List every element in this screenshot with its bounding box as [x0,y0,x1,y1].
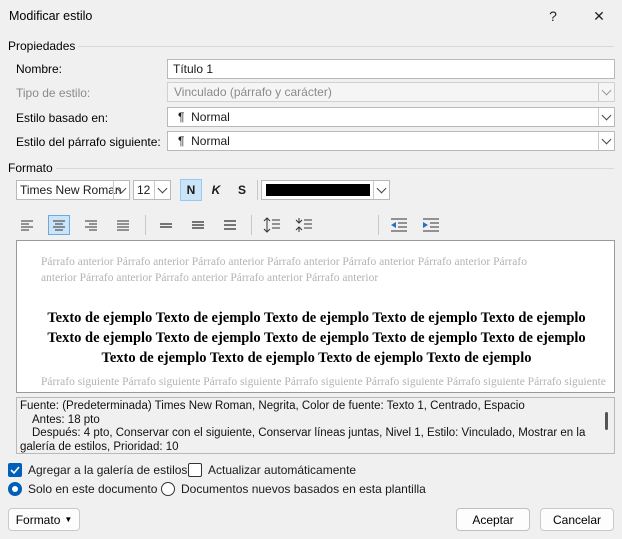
style-description: Fuente: (Predeterminada) Times New Roman… [16,397,615,454]
one-half-spacing-icon [192,221,204,229]
based-on-combo[interactable]: ¶ Normal [167,107,615,127]
font-color-combo[interactable] [261,180,390,200]
checkmark-icon [10,466,20,475]
help-icon: ? [549,8,557,24]
paragraph-mark-icon: ¶ [178,134,185,148]
toolbar-separator [145,215,146,235]
font-combo[interactable]: Times New Roman [16,180,130,200]
close-icon: ✕ [593,7,605,24]
chevron-down-icon[interactable] [598,108,614,126]
help-button[interactable]: ? [530,0,576,32]
only-document-label: Solo en este documento [28,482,158,496]
new-documents-label: Documentos nuevos basados en esta planti… [181,482,426,496]
next-style-combo[interactable]: ¶ Normal [167,131,615,151]
preview-sample-text: Texto de ejemplo Texto de ejemplo Texto … [47,310,586,366]
only-document-radio[interactable] [8,482,22,496]
add-to-gallery-checkbox[interactable] [8,463,22,477]
style-type-label: Tipo de estilo: [16,86,91,100]
underline-button[interactable]: S [231,179,253,201]
font-size-value: 12 [137,183,151,197]
toolbar-separator [257,180,258,200]
one-half-spacing-button[interactable] [187,215,209,235]
chevron-down-icon [598,83,614,101]
align-center-icon [53,220,65,231]
toolbar-separator [251,215,252,235]
description-scrollbar[interactable] [605,412,608,430]
auto-update-option[interactable]: Actualizar automáticamente [188,463,356,477]
preview-previous-paragraph: Párrafo anterior Párrafo anterior Párraf… [41,256,527,284]
decrease-indent-icon [391,218,407,232]
double-spacing-icon [224,220,236,230]
next-style-value: ¶ Normal [178,134,230,148]
paragraph-mark-icon: ¶ [178,110,185,124]
based-on-value: ¶ Normal [178,110,230,124]
align-center-button[interactable] [48,215,70,235]
new-documents-radio[interactable] [161,482,175,496]
format-divider [56,168,614,169]
description-line: Después: 4 pto, Conservar con el siguien… [32,427,586,439]
properties-divider [78,46,614,47]
toolbar-separator [378,215,379,235]
align-right-button[interactable] [80,215,102,235]
auto-update-label: Actualizar automáticamente [208,463,357,477]
cancel-button[interactable]: Cancelar [540,508,614,531]
ok-button[interactable]: Aceptar [456,508,530,531]
add-to-gallery-option[interactable]: Agregar a la galería de estilos [8,463,187,477]
name-label: Nombre: [16,62,63,76]
based-on-label: Estilo basado en: [16,111,109,125]
decrease-indent-button[interactable] [388,215,410,235]
style-type-value: Vinculado (párrafo y carácter) [174,85,332,99]
increase-paragraph-spacing-button[interactable] [261,215,283,235]
description-line: Fuente: (Predeterminada) Times New Roman… [20,400,525,412]
window-title: Modificar estilo [9,9,93,23]
font-size-combo[interactable]: 12 [133,180,171,200]
increase-spacing-icon [263,217,280,233]
increase-indent-icon [423,218,439,232]
preview-next-paragraph: Párrafo siguiente Párrafo siguiente Párr… [41,376,606,388]
italic-button[interactable]: K [205,179,227,201]
font-value: Times New Roman [20,183,122,197]
double-spacing-button[interactable] [219,215,241,235]
chevron-down-icon[interactable] [113,181,129,199]
single-spacing-icon [160,223,172,228]
chevron-down-icon[interactable] [373,181,389,199]
decrease-paragraph-spacing-button[interactable] [293,215,315,235]
title-bar [0,0,622,32]
only-document-option[interactable]: Solo en este documento [8,482,157,496]
name-input[interactable]: Título 1 [167,59,615,79]
justify-button[interactable] [112,215,134,235]
increase-indent-button[interactable] [420,215,442,235]
align-left-button[interactable] [16,215,38,235]
add-to-gallery-label: Agregar a la galería de estilos [28,463,188,477]
description-line: Antes: 18 pto [32,413,100,426]
format-menu-button[interactable]: Formato ▼ [8,508,80,531]
caret-down-icon: ▼ [64,515,73,524]
style-preview: Párrafo anterior Párrafo anterior Párraf… [16,240,615,393]
bold-button[interactable]: N [180,179,202,201]
new-documents-option[interactable]: Documentos nuevos basados en esta planti… [161,482,426,496]
description-line: galería de estilos, Prioridad: 10 [20,440,179,453]
align-right-icon [85,220,97,231]
style-type-combo: Vinculado (párrafo y carácter) [167,82,615,102]
properties-section-label: Propiedades [8,39,76,53]
justify-icon [117,220,129,231]
close-button[interactable]: ✕ [576,0,622,32]
chevron-down-icon[interactable] [154,181,170,199]
auto-update-checkbox[interactable] [188,463,202,477]
decrease-spacing-icon [295,218,312,232]
next-style-label: Estilo del párrafo siguiente: [16,135,161,149]
font-color-swatch [266,184,370,196]
format-section-label: Formato [8,161,53,175]
chevron-down-icon[interactable] [598,132,614,150]
single-spacing-button[interactable] [155,215,177,235]
align-left-icon [21,220,33,231]
